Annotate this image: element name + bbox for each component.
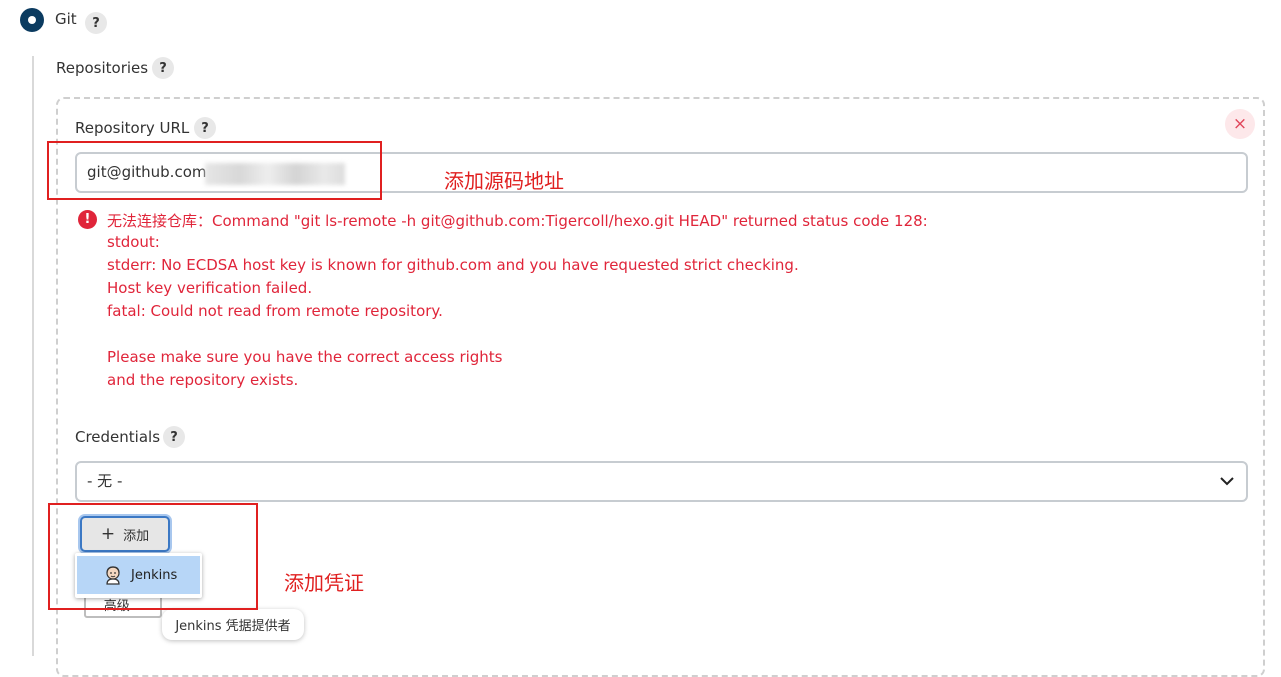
remove-repository-close-icon[interactable]: ×	[1225, 109, 1255, 139]
radio-dot	[28, 16, 36, 24]
git-radio-selected-icon[interactable]	[20, 8, 44, 32]
git-help-icon[interactable]: ?	[85, 12, 107, 34]
error-icon: !	[78, 210, 97, 229]
annotation-text-repo-url: 添加源码地址	[444, 169, 564, 193]
error-line: 无法连接仓库：Command "git ls-remote -h git@git…	[107, 212, 928, 230]
chevron-down-icon	[1220, 477, 1234, 486]
repository-url-label: Repository URL	[75, 119, 190, 137]
credentials-label: Credentials	[75, 428, 161, 446]
repositories-label: Repositories	[56, 59, 149, 77]
error-line: Host key verification failed.	[107, 279, 313, 297]
credentials-help-icon[interactable]: ?	[163, 426, 185, 448]
annotation-box-credentials	[48, 503, 258, 610]
section-guide-line	[32, 56, 34, 656]
git-option-label: Git	[55, 10, 77, 28]
annotation-box-repo-url	[47, 141, 382, 200]
error-line: stdout:	[107, 233, 160, 251]
error-line: stderr: No ECDSA host key is known for g…	[107, 256, 799, 274]
repository-url-help-icon[interactable]: ?	[194, 117, 216, 139]
annotation-text-credentials: 添加凭证	[284, 571, 364, 595]
error-line: and the repository exists.	[107, 371, 299, 389]
error-line: Please make sure you have the correct ac…	[107, 348, 503, 366]
credentials-select[interactable]: - 无 -	[75, 461, 1248, 502]
error-line: fatal: Could not read from remote reposi…	[107, 302, 443, 320]
repositories-help-icon[interactable]: ?	[152, 57, 174, 79]
credentials-provider-tooltip: Jenkins 凭据提供者	[162, 609, 304, 640]
